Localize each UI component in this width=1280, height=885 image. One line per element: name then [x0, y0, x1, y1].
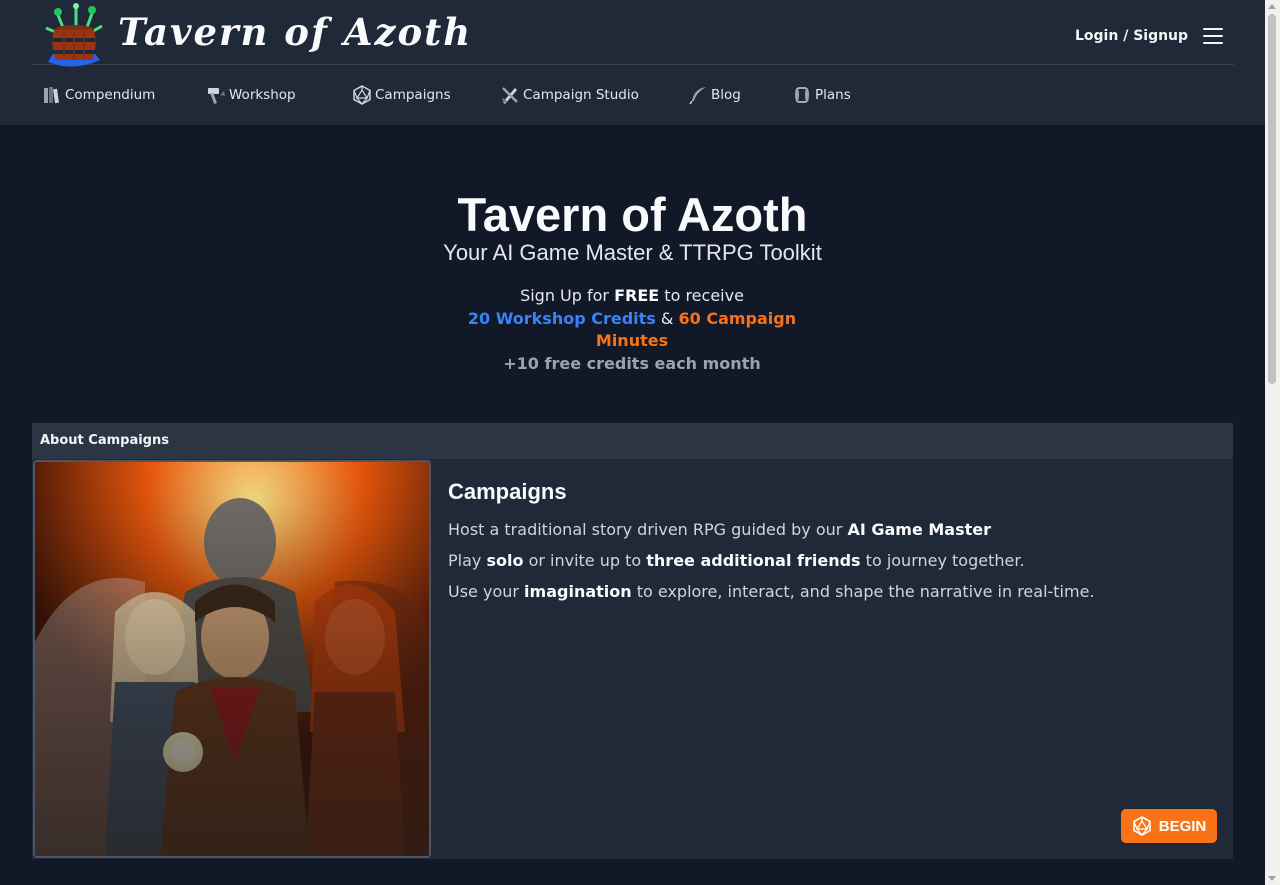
- page-scrollbar[interactable]: [1265, 0, 1280, 885]
- campaign-desc-2: Play solo or invite up to three addition…: [448, 551, 1025, 570]
- campaign-desc-1: Host a traditional story driven RPG guid…: [448, 520, 992, 539]
- begin-label: BEGIN: [1158, 817, 1207, 835]
- quill-icon: [689, 87, 706, 105]
- scroll-icon: [795, 87, 809, 103]
- nav-item-label: Plans: [815, 87, 851, 103]
- d20-icon: [1132, 816, 1151, 836]
- hero-title: Tavern of Azoth: [457, 188, 808, 241]
- promo-suffix: to receive: [664, 286, 744, 305]
- begin-button[interactable]: BEGIN: [1121, 809, 1217, 843]
- nav-item-label: Compendium: [65, 87, 156, 103]
- campaign-party-illustration: [33, 460, 431, 858]
- scroll-up-arrow-icon[interactable]: [1268, 4, 1276, 9]
- site-header: Tavern of Azoth Login / Signup Compendiu…: [0, 0, 1265, 125]
- promo-ampersand: &: [660, 308, 674, 328]
- nav-item-label: Campaigns: [375, 87, 451, 103]
- campaign-desc-3: Use your imagination to explore, interac…: [448, 582, 1095, 601]
- site-logo[interactable]: Tavern of Azoth: [32, 0, 470, 70]
- about-campaigns-card: About Campaigns Campaigns Host a traditi…: [32, 423, 1233, 859]
- monthly-credits: +10 free credits each month: [503, 353, 761, 373]
- promo-free: FREE: [614, 286, 660, 305]
- nav-item-blog[interactable]: Blog: [688, 84, 741, 106]
- nav-item-label: Workshop: [229, 87, 296, 103]
- card-title: Campaigns: [448, 479, 567, 504]
- nav-item-campaigns[interactable]: Campaigns: [352, 84, 451, 106]
- nav-item-label: Blog: [711, 87, 741, 103]
- d20-icon: [353, 85, 371, 105]
- workshop-credits: 20 Workshop Credits: [467, 308, 656, 328]
- nav-item-compendium[interactable]: Compendium: [42, 84, 155, 106]
- hammer-icon: [208, 88, 225, 104]
- promo-prefix: Sign Up for: [520, 286, 609, 305]
- tavern-barrel-logo-icon: [45, 3, 103, 67]
- nav-item-label: Campaign Studio: [523, 87, 639, 103]
- site-name: Tavern of Azoth: [118, 10, 473, 54]
- nav-item-campaign-studio[interactable]: Campaign Studio: [500, 84, 639, 106]
- pen-sword-icon: [501, 87, 518, 104]
- scroll-thumb[interactable]: [1268, 14, 1276, 384]
- nav-item-workshop[interactable]: Workshop: [206, 84, 296, 106]
- ai-game-master-text: AI Game Master: [847, 520, 992, 539]
- hero-subtitle: Your AI Game Master & TTRPG Toolkit: [443, 240, 822, 265]
- scroll-down-arrow-icon[interactable]: [1268, 876, 1276, 881]
- hamburger-menu-icon[interactable]: [1203, 28, 1223, 46]
- nav-item-plans[interactable]: Plans: [792, 84, 851, 106]
- card-body: Campaigns Host a traditional story drive…: [448, 479, 1208, 612]
- card-header: About Campaigns: [32, 423, 1233, 459]
- books-icon: [44, 87, 59, 104]
- login-signup-link[interactable]: Login / Signup: [1075, 28, 1188, 44]
- header-top-bar: Tavern of Azoth Login / Signup: [32, 0, 1234, 67]
- signup-promo: Sign Up for FREE to receive 20 Workshop …: [462, 285, 802, 375]
